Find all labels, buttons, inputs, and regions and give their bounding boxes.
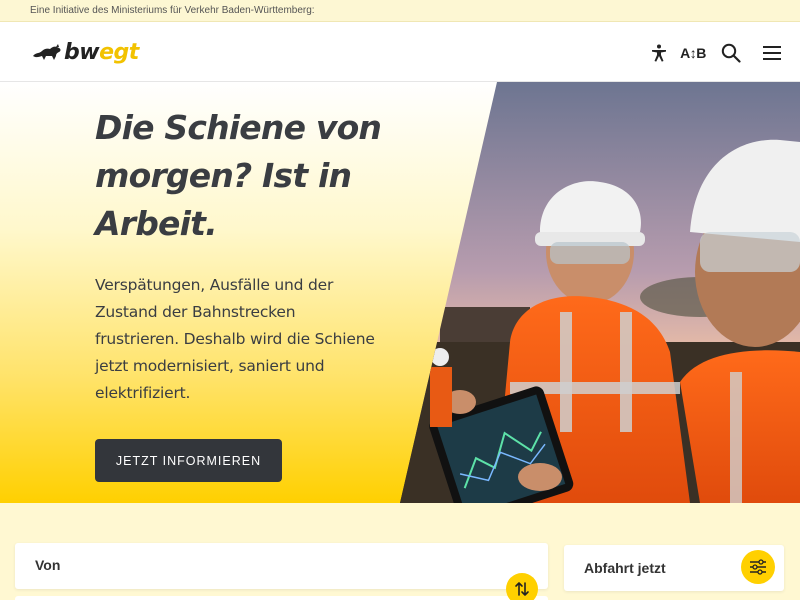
hero-title: Die Schiene von morgen? Ist in Arbeit. <box>95 108 382 243</box>
hero-photo <box>400 82 800 503</box>
initiative-text: Eine Initiative des Ministeriums für Ver… <box>30 5 315 16</box>
language-label: A↕B <box>680 45 706 61</box>
filter-sliders-icon[interactable] <box>741 550 775 584</box>
language-icon[interactable]: A↕B <box>678 40 708 66</box>
logo-wordmark: bwegt <box>64 39 139 65</box>
swap-arrows-icon[interactable] <box>506 573 538 600</box>
from-input[interactable]: Von <box>15 543 548 589</box>
depart-label: Abfahrt jetzt <box>584 560 666 576</box>
initiative-topbar: Eine Initiative des Ministeriums für Ver… <box>0 0 800 22</box>
journey-search: Von Abfahrt jetzt <box>0 503 800 600</box>
lion-icon <box>33 44 61 60</box>
from-label: Von <box>35 557 61 573</box>
search-icon[interactable] <box>718 40 744 66</box>
bwegt-logo[interactable]: bwegt <box>32 36 139 68</box>
cta-informieren-button[interactable]: JETZT INFORMIEREN <box>95 439 282 482</box>
hero-text: Verspätungen, Ausfälle und der Zustand d… <box>95 276 375 402</box>
menu-icon[interactable] <box>759 40 785 66</box>
to-input[interactable] <box>15 596 548 600</box>
hero-section: Die Schiene von morgen? Ist in Arbeit. V… <box>0 82 800 503</box>
site-header: bwegt A↕B <box>0 22 800 82</box>
accessibility-icon[interactable] <box>646 40 672 66</box>
